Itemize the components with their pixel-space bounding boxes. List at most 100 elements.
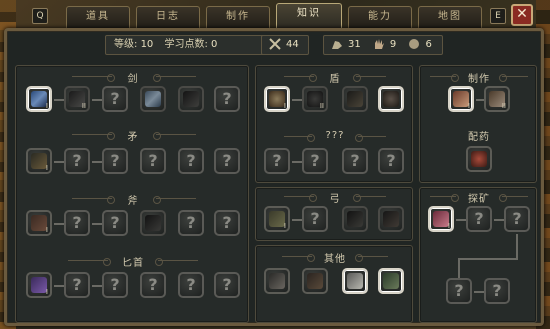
skill-slot-other-3[interactable] — [342, 268, 368, 294]
skill-slot-dagger-2[interactable]: ? — [64, 272, 90, 298]
shield-skill-icon — [347, 91, 363, 107]
tab-journal[interactable]: 日志 — [136, 6, 200, 28]
skill-slot-bow-2[interactable]: ? — [302, 206, 328, 232]
ornament — [353, 74, 386, 84]
bow-skill-icon — [269, 211, 285, 227]
tab-knowledge[interactable]: 知识 — [276, 3, 342, 29]
skill-slot-mining-3[interactable]: ? — [504, 206, 530, 232]
axe-skill-icon — [31, 215, 47, 231]
skill-slot-sword-4[interactable] — [140, 86, 166, 112]
skill-slot-dagger-4[interactable]: ? — [140, 272, 166, 298]
agility-value: 9 — [389, 39, 397, 50]
skill-link — [54, 99, 64, 101]
skill-slot-unknown-2[interactable]: ? — [302, 148, 328, 174]
ornament — [282, 254, 315, 264]
skill-slot-mining-1[interactable]: I — [428, 206, 454, 232]
skill-slot-bow-1[interactable]: I — [264, 206, 290, 232]
mining-section-title: 探矿 — [468, 194, 490, 205]
skill-slot-unknown-4[interactable]: ? — [378, 148, 404, 174]
mining-skill-icon — [433, 211, 449, 227]
skill-level-tag: I — [283, 102, 286, 110]
skill-link — [54, 161, 64, 163]
axe-skill-icon — [145, 215, 161, 231]
skill-slot-shield-1[interactable]: I — [264, 86, 290, 112]
ornament — [72, 74, 115, 84]
skill-slot-axe-3[interactable]: ? — [102, 210, 128, 236]
skill-slot-axe-1[interactable]: I — [26, 210, 52, 236]
ornament — [68, 258, 111, 268]
tab-map[interactable]: 地图 — [418, 6, 482, 28]
dagger-skill-icon — [31, 277, 47, 293]
spear-section-title: 矛 — [127, 132, 139, 143]
skill-link — [92, 161, 102, 163]
skill-link — [292, 161, 302, 163]
skill-link — [458, 258, 460, 278]
skill-slot-sword-6[interactable]: ? — [214, 86, 240, 112]
skill-slot-sword-2[interactable]: II — [64, 86, 90, 112]
skill-slot-shield-2[interactable]: II — [302, 86, 328, 112]
prev-tab-hotkey: Q — [32, 8, 48, 24]
skill-slot-sword-1[interactable]: I — [26, 86, 52, 112]
skill-slot-unknown-1[interactable]: ? — [264, 148, 290, 174]
tab-crafting[interactable]: 制作 — [206, 6, 270, 28]
crafting-skill-icon — [453, 91, 469, 107]
ornament — [284, 74, 317, 84]
axe-section-title: 斧 — [127, 196, 139, 207]
shield-section-title: 盾 — [329, 74, 341, 85]
skill-slot-shield-4[interactable] — [378, 86, 404, 112]
mining-skills-panel: 探矿 I ? ? ? ? — [419, 187, 537, 323]
level-stat-box: 等级: 10 学习点数: 0 — [105, 35, 265, 55]
ornament — [353, 194, 386, 204]
crossed-swords-icon — [268, 37, 282, 51]
skill-slot-axe-2[interactable]: ? — [64, 210, 90, 236]
shield-skill-icon — [269, 91, 285, 107]
skill-slot-dagger-5[interactable]: ? — [178, 272, 204, 298]
skill-slot-bow-3[interactable] — [342, 206, 368, 232]
skill-slot-spear-4[interactable]: ? — [140, 148, 166, 174]
ornament — [153, 196, 196, 206]
skill-level-tag: II — [501, 102, 506, 110]
skill-slot-shield-3[interactable] — [342, 86, 368, 112]
skill-slot-mining-2[interactable]: ? — [466, 206, 492, 232]
skill-slot-spear-1[interactable]: I — [26, 148, 52, 174]
skill-slot-dagger-1[interactable]: I — [26, 272, 52, 298]
other-section-title: 其他 — [324, 254, 346, 265]
skill-slot-crafting-1[interactable]: I — [448, 86, 474, 112]
skill-slot-spear-6[interactable]: ? — [214, 148, 240, 174]
skill-slot-mining-5[interactable]: ? — [484, 278, 510, 304]
ornament — [284, 134, 315, 144]
skill-slot-axe-6[interactable]: ? — [214, 210, 240, 236]
skill-slot-spear-5[interactable]: ? — [178, 148, 204, 174]
other-skill-icon — [307, 273, 323, 289]
strength-value: 31 — [348, 39, 361, 50]
skill-link — [92, 285, 102, 287]
skill-slot-sword-5[interactable] — [178, 86, 204, 112]
ornament — [355, 254, 388, 264]
skill-slot-sword-3[interactable]: ? — [102, 86, 128, 112]
skill-slot-other-1[interactable] — [264, 268, 290, 294]
skill-slot-dagger-6[interactable]: ? — [214, 272, 240, 298]
skill-link — [92, 223, 102, 225]
skill-slot-other-4[interactable] — [378, 268, 404, 294]
skill-slot-alchemy-1[interactable] — [466, 146, 492, 172]
tab-abilities[interactable]: 能力 — [348, 6, 412, 28]
skill-slot-axe-5[interactable]: ? — [178, 210, 204, 236]
skill-slot-spear-3[interactable]: ? — [102, 148, 128, 174]
other-skills-panel: 其他 — [255, 245, 413, 323]
sword-skill-icon — [145, 91, 161, 107]
skill-slot-crafting-2[interactable]: II — [484, 86, 510, 112]
skill-slot-mining-4[interactable]: ? — [446, 278, 472, 304]
tab-items[interactable]: 道具 — [66, 6, 130, 28]
unknown-section-title: ??? — [325, 130, 345, 141]
wits-value: 6 — [425, 39, 432, 50]
skill-slot-axe-4[interactable] — [140, 210, 166, 236]
skill-slot-bow-4[interactable] — [378, 206, 404, 232]
level-label: 等级: — [114, 39, 138, 50]
ornament — [355, 134, 386, 144]
skill-slot-dagger-3[interactable]: ? — [102, 272, 128, 298]
skill-level-tag: I — [45, 288, 48, 296]
skill-slot-spear-2[interactable]: ? — [64, 148, 90, 174]
skill-slot-other-2[interactable] — [302, 268, 328, 294]
skill-slot-unknown-3[interactable]: ? — [342, 148, 368, 174]
close-button[interactable]: ✕ — [511, 4, 533, 26]
